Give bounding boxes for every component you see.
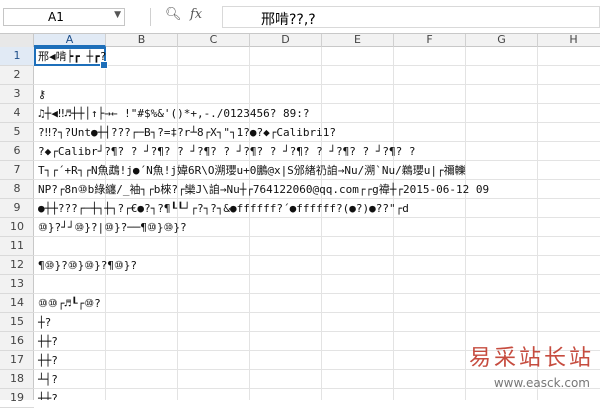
row-header-13[interactable]: 13	[0, 275, 34, 294]
cell-row-1[interactable]: 邢◀啃┝┏ ┼┏?	[38, 47, 106, 66]
row-header-16[interactable]: 16	[0, 332, 34, 351]
column-header-b[interactable]: B	[106, 34, 178, 47]
magnifier-icon[interactable]: 🔍︎	[165, 7, 182, 25]
cell-row-8[interactable]: NP?┌8n⑩b綠纏/_袖┐┌b棶?┌欒J\詯→Nu┼┌764122060@qq…	[38, 180, 489, 199]
cell-row-14[interactable]: ⑩⑩┌♬┖┌⑩?	[38, 294, 101, 313]
column-header-h[interactable]: H	[538, 34, 600, 47]
cell-row-4[interactable]: ♫┼◀‼♬┼┼│↑├→← !"#$%&'()*+,-./0123456? 89:…	[38, 104, 310, 123]
cell-row-6[interactable]: ?◆┌Calibr┘?¶? ? ┘?¶? ? ┘?¶? ? ┘?¶? ? ┘?¶…	[38, 142, 416, 161]
formula-value: 邢啃??,?	[261, 12, 316, 28]
cell-row-5[interactable]: ?‼?┐?Unt●┼┤???┌─B┐?=‡?r┴8┌X┐"┐1?●?◆┌Cali…	[38, 123, 336, 142]
row-header-10[interactable]: 10	[0, 218, 34, 237]
column-header-e[interactable]: E	[322, 34, 394, 47]
row-header-1[interactable]: 1	[0, 47, 34, 66]
cell-row-18[interactable]: ┴┤?	[38, 370, 58, 389]
row-header-5[interactable]: 5	[0, 123, 34, 142]
watermark-url: www.easck.com	[493, 376, 590, 390]
column-header-c[interactable]: C	[178, 34, 250, 47]
select-all-corner[interactable]	[0, 34, 34, 47]
watermark-text: 易采站长站	[468, 346, 594, 371]
cell-row-3[interactable]: ⚷	[38, 85, 46, 104]
chevron-down-icon[interactable]: ▼	[114, 10, 121, 20]
row-header-18[interactable]: 18	[0, 370, 34, 389]
cell-row-9[interactable]: ●┼┼???┌─┼┐┼┐?┌€●?┐?¶┖┖┘┌?┐?┐&●ffffff?´●f…	[38, 199, 409, 218]
cell-row-7[interactable]: T┐┌´+R┐┌N魚鵡!j●´N魚!j媁6R\O溯瓔u+0鵬@x|S邠緖礽詯→N…	[38, 161, 466, 180]
cell-row-10[interactable]: ⑩}?┘┘⑩}?|⑩}?──¶⑩}⑩}?	[38, 218, 187, 237]
watermark: 易采站长站 www.easck.com	[450, 340, 600, 400]
column-header-g[interactable]: G	[466, 34, 538, 47]
fx-icon[interactable]: fx	[190, 7, 202, 22]
column-header-d[interactable]: D	[250, 34, 322, 47]
row-header-15[interactable]: 15	[0, 313, 34, 332]
row-header-12[interactable]: 12	[0, 256, 34, 275]
row-header-2[interactable]: 2	[0, 66, 34, 85]
cell-row-19[interactable]: ┼┼?	[38, 389, 58, 400]
row-header-17[interactable]: 17	[0, 351, 34, 370]
row-header-6[interactable]: 6	[0, 142, 34, 161]
cell-reference: A1	[48, 10, 64, 24]
formula-bar-divider	[150, 8, 151, 26]
row-header-3[interactable]: 3	[0, 85, 34, 104]
row-header-14[interactable]: 14	[0, 294, 34, 313]
row-headers: 1 2 3 4 5 6 7 8 9 10 11 12 13 14 15 16 17 18 19	[0, 47, 34, 408]
cell-row-15[interactable]: ┼?	[38, 313, 51, 332]
formula-bar: A1 ▼ 🔍︎ fx 邢啃??,?	[0, 0, 600, 34]
cell-row-12[interactable]: ¶⑩}?⑩}⑩}?¶⑩}?	[38, 256, 137, 275]
row-header-8[interactable]: 8	[0, 180, 34, 199]
row-header-19[interactable]: 19	[0, 389, 34, 408]
row-header-11[interactable]: 11	[0, 237, 34, 256]
cell-row-17[interactable]: ┼┼?	[38, 351, 58, 370]
column-headers: ABCDEFGH	[0, 34, 600, 47]
name-box[interactable]: A1 ▼	[3, 8, 125, 26]
column-header-a[interactable]: A	[34, 34, 106, 47]
row-header-9[interactable]: 9	[0, 199, 34, 218]
row-header-4[interactable]: 4	[0, 104, 34, 123]
column-header-f[interactable]: F	[394, 34, 466, 47]
row-header-7[interactable]: 7	[0, 161, 34, 180]
formula-input[interactable]: 邢啃??,?	[222, 6, 600, 28]
cell-row-16[interactable]: ┼┼?	[38, 332, 58, 351]
